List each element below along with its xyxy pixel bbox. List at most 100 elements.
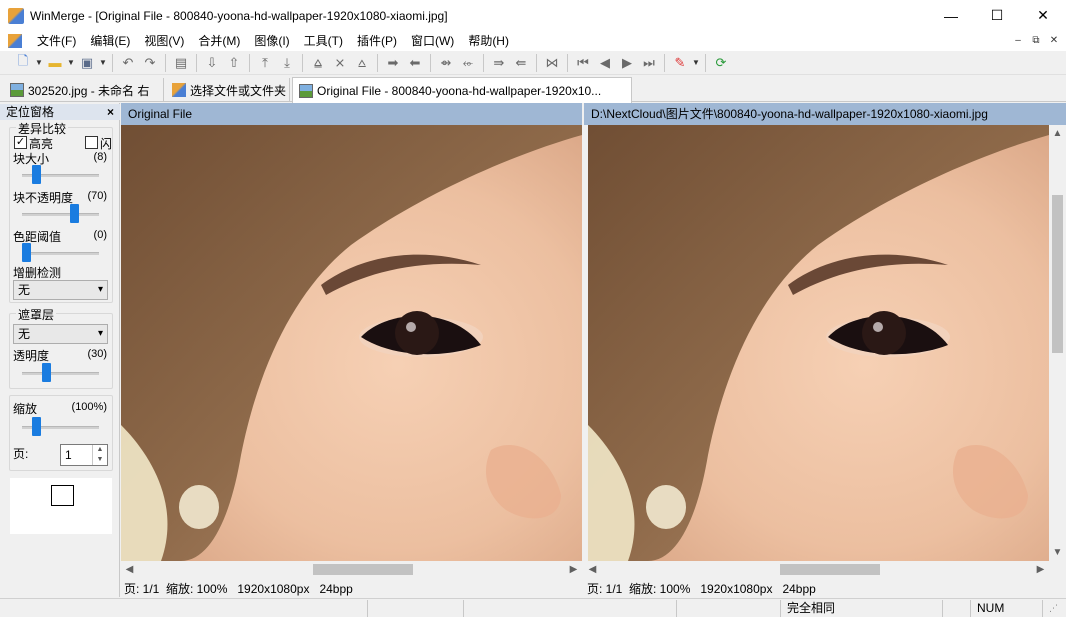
tab-original-file[interactable]: Original File - 800840-yoona-hd-wallpape… [292,77,632,103]
document-menu-icon[interactable] [8,34,22,48]
menu-merge[interactable]: 合并(M) [191,31,247,51]
left-horizontal-scrollbar[interactable]: ◀ ▶ [121,561,582,578]
color-threshold-label: 色距阈值 [13,230,62,244]
block-size-value: (8) [93,151,107,163]
menu-file[interactable]: 文件(F) [30,31,83,51]
last-diff-icon[interactable]: ⤓ [276,52,298,74]
flash-checkbox[interactable] [85,136,98,149]
open-folder-icon[interactable]: ▬ [44,52,66,74]
status-bar: 完全相同 NUM ⋰ [0,598,1066,617]
toolbar-separator [196,53,197,72]
zoom-slider[interactable] [32,417,42,436]
menu-image[interactable]: 图像(I) [247,31,296,51]
copy-left-advance-icon[interactable]: ⬰ [457,52,479,74]
document-tabs: 302520.jpg - 未命名 右 选择文件或文件夹 Original Fil… [0,76,1066,103]
next-diff-icon[interactable]: ⇩ [201,52,223,74]
mdi-restore-button[interactable]: ⧉ [1028,33,1044,49]
open-dropdown-icon[interactable]: ▼ [66,52,76,74]
right-image-view[interactable] [588,125,1049,561]
winmerge-app-icon[interactable] [8,7,24,24]
resize-grip-icon[interactable]: ⋰ [1042,600,1066,617]
next-page-icon[interactable]: ▶ [616,52,638,74]
menu-edit[interactable]: 编辑(E) [83,31,137,51]
current-diff-icon[interactable]: ⨯ [329,52,351,74]
copy-right-advance-icon[interactable]: ⇴ [435,52,457,74]
print-icon[interactable]: ▤ [170,52,192,74]
scroll-down-icon[interactable]: ▼ [1049,544,1066,561]
scroll-up-icon[interactable]: ▲ [1049,125,1066,142]
redo-icon[interactable]: ↷ [139,52,161,74]
insertion-detect-select[interactable]: 无 ▾ [13,280,108,300]
maximize-button[interactable]: ☐ [974,0,1020,31]
menu-view[interactable]: 视图(V) [137,31,191,51]
last-page-icon[interactable]: ⏭ [638,52,660,74]
tab-label: Original File - 800840-yoona-hd-wallpape… [317,83,602,98]
right-horizontal-scrollbar[interactable]: ◀ ▶ [584,561,1049,578]
winmerge-icon [172,83,186,97]
first-diff-icon[interactable]: ⤒ [254,52,276,74]
copy-right-icon[interactable]: ➡ [382,52,404,74]
options-dropdown-icon[interactable]: ▼ [691,52,701,74]
last-conflict-icon[interactable]: ⩟ [351,52,373,74]
close-pane-icon[interactable]: × [107,104,114,120]
color-threshold-slider[interactable] [22,243,31,262]
title-bar: WinMerge - [Original File - 800840-yoona… [0,0,1066,31]
menu-bar: 文件(F) 编辑(E) 视图(V) 合并(M) 图像(I) 工具(T) 插件(P… [0,31,1066,51]
save-icon[interactable]: ▣ [76,52,98,74]
block-size-slider[interactable] [32,165,42,184]
right-vertical-scrollbar[interactable]: ▲ ▼ [1049,125,1066,561]
menu-tools[interactable]: 工具(T) [297,31,350,51]
new-file-icon[interactable]: 🗋 [12,52,34,74]
prev-page-icon[interactable]: ◀ [594,52,616,74]
minimize-button[interactable]: — [928,0,974,31]
close-button[interactable]: ✕ [1020,0,1066,31]
status-cell [676,600,780,617]
block-opacity-label: 块不透明度 [13,191,74,205]
overlay-opacity-slider[interactable] [42,363,52,382]
first-conflict-icon[interactable]: ⩠ [307,52,329,74]
insertion-detect-value: 无 [18,283,31,297]
scroll-left-icon[interactable]: ◀ [584,561,601,578]
left-pane-header: Original File [121,103,582,125]
horizontal-scroll-thumb[interactable] [313,564,413,575]
compare-result: 完全相同 [780,600,942,617]
refresh-icon[interactable]: ⟳ [710,52,732,74]
prev-diff-icon[interactable]: ⇧ [223,52,245,74]
block-opacity-slider[interactable] [69,204,79,223]
menu-window[interactable]: 窗口(W) [404,31,461,51]
viewport-indicator[interactable] [51,485,74,506]
new-dropdown-icon[interactable]: ▼ [34,52,44,74]
chevron-down-icon: ▾ [97,328,103,339]
left-image-status: 页: 1/1 缩放: 100% 1920x1080px 24bpp [124,582,353,596]
save-dropdown-icon[interactable]: ▼ [98,52,108,74]
chevron-down-icon: ▾ [97,284,103,295]
tab-select-files[interactable]: 选择文件或文件夹 [166,78,290,102]
spin-arrows-icon[interactable]: ▲ ▼ [92,445,107,465]
horizontal-scroll-thumb[interactable] [780,564,880,575]
mdi-minimize-button[interactable]: – [1010,33,1026,49]
copy-left-icon[interactable]: ⬅ [404,52,426,74]
undo-icon[interactable]: ↶ [117,52,139,74]
vertical-scroll-thumb[interactable] [1052,195,1063,353]
copy-all-left-icon[interactable]: ⇚ [510,52,532,74]
menu-plugins[interactable]: 插件(P) [350,31,404,51]
toolbar-separator [165,53,166,72]
scroll-left-icon[interactable]: ◀ [121,561,138,578]
resolve-icon[interactable]: ⋈ [541,52,563,74]
options-icon[interactable]: ✎ [669,52,691,74]
tab-302520[interactable]: 302520.jpg - 未命名 右 [4,78,164,102]
page-label: 页: [13,447,29,461]
highlight-checkbox[interactable]: ✓ [14,136,27,149]
left-image-view[interactable] [121,125,582,561]
first-page-icon[interactable]: ⏮ [572,52,594,74]
overlay-select[interactable]: 无 ▾ [13,324,108,344]
page-spinbox[interactable]: 1 ▲ ▼ [60,444,108,466]
menu-help[interactable]: 帮助(H) [461,31,516,51]
scroll-right-icon[interactable]: ▶ [1032,561,1049,578]
copy-all-right-icon[interactable]: ⇛ [488,52,510,74]
block-size-label: 块大小 [13,152,50,166]
image-overview[interactable] [10,478,112,534]
tab-label: 302520.jpg - 未命名 右 [28,83,150,98]
scroll-right-icon[interactable]: ▶ [565,561,582,578]
mdi-close-button[interactable]: ✕ [1046,33,1062,49]
